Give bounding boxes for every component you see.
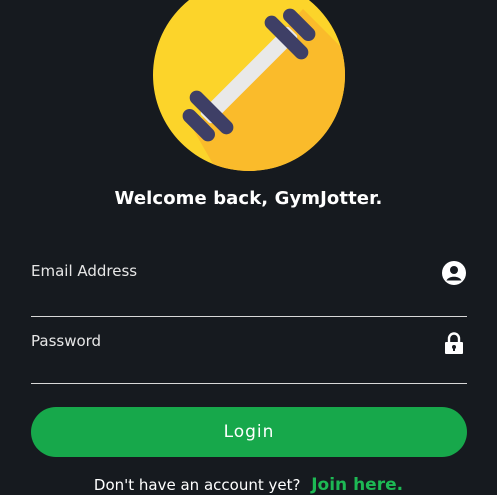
user-circle-icon <box>442 261 466 285</box>
dumbbell-icon <box>153 0 345 171</box>
email-field[interactable]: Email Address <box>31 258 467 317</box>
signup-row: Don't have an account yet? Join here. <box>0 475 497 495</box>
password-field[interactable]: Password <box>31 328 467 384</box>
join-link[interactable]: Join here. <box>311 475 403 495</box>
email-input[interactable] <box>31 290 431 312</box>
login-button[interactable]: Login <box>31 407 467 457</box>
lock-icon <box>445 332 463 354</box>
signup-prompt: Don't have an account yet? <box>93 476 301 494</box>
password-label: Password <box>31 332 102 350</box>
email-label: Email Address <box>31 262 138 280</box>
login-screen: Welcome back, GymJotter. Email Address P… <box>0 0 497 495</box>
welcome-heading: Welcome back, GymJotter. <box>114 188 383 209</box>
password-input[interactable] <box>31 357 431 379</box>
